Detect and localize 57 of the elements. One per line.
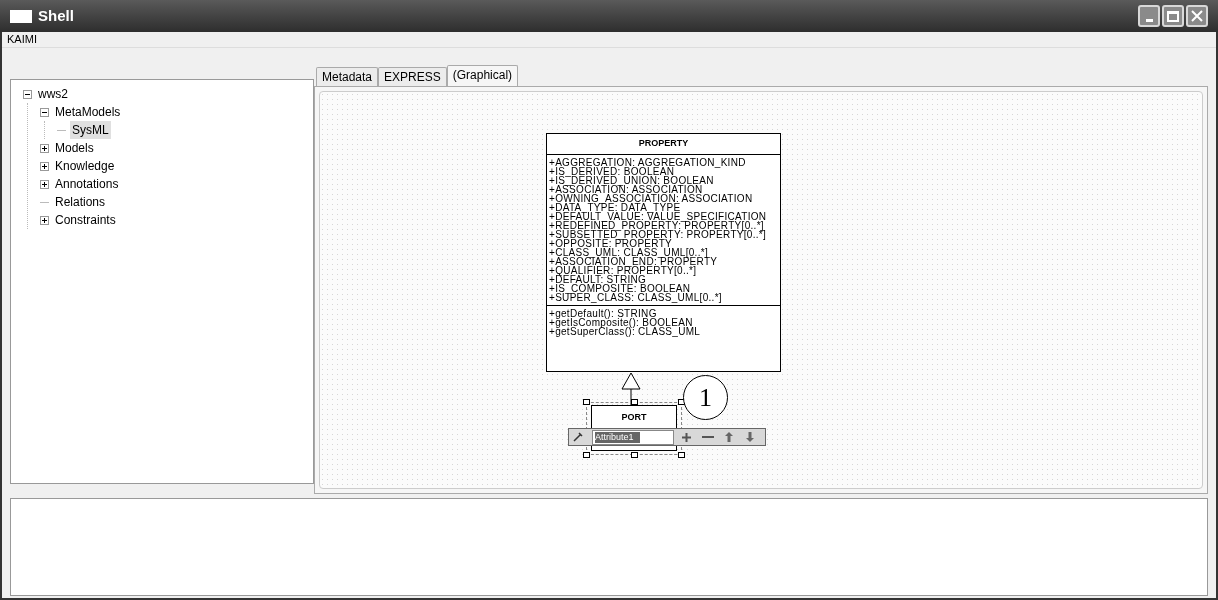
resize-handle[interactable] xyxy=(631,399,638,405)
tree-item[interactable]: wws2 xyxy=(36,85,70,103)
collapse-toggle-icon[interactable] xyxy=(40,107,49,117)
expand-toggle-icon[interactable] xyxy=(40,143,49,153)
menu-item[interactable]: KAIMI xyxy=(5,31,39,48)
maximize-button[interactable] xyxy=(1162,5,1184,27)
expand-toggle-icon[interactable] xyxy=(40,179,49,189)
class-operation: +getIsComposite(): BOOLEAN xyxy=(549,317,693,327)
resize-handle[interactable] xyxy=(631,452,638,458)
window-title: Shell xyxy=(38,5,74,26)
class-attribute: +AGGREGATION: AGGREGATION_KIND xyxy=(549,157,747,167)
wand-icon[interactable] xyxy=(571,430,585,444)
uml-class[interactable] xyxy=(546,133,781,372)
resize-handle[interactable] xyxy=(583,452,590,458)
tree-item[interactable]: SysML xyxy=(70,121,111,139)
class-attribute: +IS_DERIVED_UNION: BOOLEAN xyxy=(549,175,715,185)
remove-icon[interactable] xyxy=(702,435,714,439)
resize-handle[interactable] xyxy=(583,399,590,405)
expand-toggle-icon[interactable] xyxy=(40,161,49,171)
tree-item[interactable]: Annotations xyxy=(53,175,121,193)
tree-item[interactable]: Relations xyxy=(53,193,108,211)
tab[interactable]: (Graphical) xyxy=(446,65,519,87)
class-operation: +getSuperClass(): CLASS_UML xyxy=(549,326,702,336)
window-icon xyxy=(10,9,32,23)
attribute-input[interactable]: Attribute1 xyxy=(592,429,674,445)
collapse-toggle-icon[interactable] xyxy=(23,89,32,99)
class-attribute: +OPPOSITE: PROPERTY xyxy=(549,238,673,248)
tab[interactable]: Metadata xyxy=(316,67,379,86)
tree-item[interactable]: Constraints xyxy=(53,211,118,229)
class-attribute: +QUALIFIER: PROPERTY[0..*] xyxy=(549,265,697,275)
class-attribute: +CLASS_UML: CLASS_UML[0..*] xyxy=(549,247,708,257)
class-attribute: +ASSOCIATION: ASSOCIATION xyxy=(549,184,703,194)
class-attribute: +SUBSETTED_PROPERTY: PROPERTY[0..*] xyxy=(549,229,768,239)
close-icon xyxy=(1190,9,1204,23)
class-attribute: +DEFAULT: STRING xyxy=(549,274,647,284)
class-name: PROPERTY xyxy=(547,134,780,155)
move-up-icon[interactable] xyxy=(725,432,733,442)
tree-item[interactable]: Knowledge xyxy=(53,157,117,175)
class-attribute: +IS_COMPOSITE: BOOLEAN xyxy=(549,283,691,293)
class-attribute: +DATA_TYPE: DATA_TYPE xyxy=(549,202,681,212)
close-button[interactable] xyxy=(1186,5,1208,27)
class-attribute: +OWNING_ASSOCIATION: ASSOCIATION xyxy=(549,193,754,203)
tab[interactable]: EXPRESS xyxy=(378,67,447,86)
class-operation: +getDefault(): STRING xyxy=(549,308,657,318)
inheritance-arrow xyxy=(621,372,641,405)
class-attribute: +DEFAULT_VALUE: VALUE_SPECIFICATION xyxy=(549,211,768,221)
class-attribute: +IS_DERIVED: BOOLEAN xyxy=(549,166,675,176)
minimize-button[interactable] xyxy=(1138,5,1160,27)
tree-item[interactable]: MetaModels xyxy=(53,103,123,121)
move-down-icon[interactable] xyxy=(746,432,754,442)
add-icon[interactable] xyxy=(681,431,693,443)
resize-handle[interactable] xyxy=(678,452,685,458)
class-attribute: +SUPER_CLASS: CLASS_UML[0..*] xyxy=(549,292,723,302)
class-attribute: +REDEFINED_PROPERTY: PROPERTY[0..*] xyxy=(549,220,764,230)
tree-item[interactable]: Models xyxy=(53,139,96,157)
expand-toggle-icon[interactable] xyxy=(40,215,49,225)
callout-number: 1 xyxy=(683,375,728,420)
